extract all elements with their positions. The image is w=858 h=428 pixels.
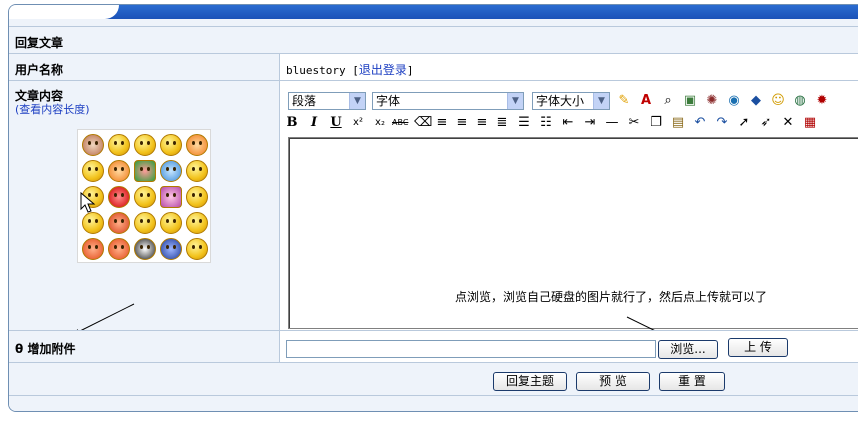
panel-footer <box>9 395 858 411</box>
bold-button[interactable]: B <box>284 115 300 131</box>
view-length-link[interactable]: 查看内容长度 <box>19 103 85 116</box>
indent-icon[interactable]: ⇥ <box>582 115 598 131</box>
reply-button[interactable]: 回复主题 <box>493 372 567 391</box>
align-center-icon[interactable]: ≡ <box>454 115 470 131</box>
emoticon-icon[interactable] <box>134 160 156 182</box>
emoticon-icon[interactable] <box>186 186 208 208</box>
username-label: 用户名称 <box>15 63 64 77</box>
italic-button[interactable]: I <box>306 115 322 131</box>
emoticon-icon[interactable] <box>134 212 156 234</box>
globe-icon[interactable]: ◍ <box>792 93 808 109</box>
find-icon[interactable]: ⌕ <box>660 93 676 109</box>
close-icon[interactable]: ✕ <box>780 115 796 131</box>
align-left-icon[interactable]: ≡ <box>434 115 450 131</box>
attachment-label: 增加附件 <box>27 342 76 356</box>
emoticon-icon[interactable] <box>108 160 130 182</box>
emoticon-icon[interactable] <box>186 160 208 182</box>
copy-icon[interactable]: ❐ <box>648 115 664 131</box>
emoticon-icon[interactable] <box>108 186 130 208</box>
paragraph-select[interactable]: 段落 ▼ <box>288 92 366 110</box>
align-right-icon[interactable]: ≡ <box>474 115 490 131</box>
reset-button[interactable]: 重 置 <box>659 372 725 391</box>
emoticon-icon[interactable] <box>82 160 104 182</box>
browse-button[interactable]: 浏览... <box>658 340 718 359</box>
emoticon-icon[interactable] <box>134 186 156 208</box>
editor-textarea[interactable]: 点浏览，浏览自己硬盘的图片就行了，然后点上传就可以了 <box>288 137 858 343</box>
redo-icon[interactable]: ↷ <box>714 115 730 131</box>
flash-icon[interactable]: ◆ <box>748 93 764 109</box>
smiley-icon[interactable]: ☺ <box>770 93 786 109</box>
font-select[interactable]: 字体 ▼ <box>372 92 524 110</box>
pointer-icon[interactable]: ➚ <box>736 115 752 131</box>
emoticon-icon[interactable] <box>186 134 208 156</box>
emoticon-icon[interactable] <box>160 160 182 182</box>
preview-button[interactable]: 预 览 <box>576 372 650 391</box>
chevron-down-icon: ▼ <box>507 93 523 109</box>
emoticon-icon[interactable] <box>82 238 104 260</box>
source-icon[interactable]: ▦ <box>802 115 818 131</box>
emoticon-icon[interactable] <box>82 134 104 156</box>
content-row: 文章内容 (查看内容长度) 段落 ▼ 字体 ▼ 字体大小 ▼ ✎ A ⌕ ▣ ✺… <box>9 80 858 343</box>
panel-top-bar <box>9 5 858 19</box>
form-title-row: 回复文章 <box>9 26 858 54</box>
underline-button[interactable]: U <box>328 115 344 131</box>
strikethrough-icon[interactable]: ABC <box>392 115 408 131</box>
form-title: 回复文章 <box>15 36 64 50</box>
logout-link[interactable]: 退出登录 <box>359 63 407 77</box>
horizontal-rule-icon[interactable]: — <box>604 115 620 131</box>
emoticon-icon[interactable] <box>186 212 208 234</box>
mouse-cursor-icon <box>80 191 96 213</box>
superscript-icon[interactable]: x² <box>350 115 366 131</box>
web-icon[interactable]: ✹ <box>814 93 830 109</box>
emoticon-icon[interactable] <box>160 238 182 260</box>
emoticon-icon[interactable] <box>108 238 130 260</box>
undo-icon[interactable]: ↶ <box>692 115 708 131</box>
username-value: bluestory <box>286 64 346 77</box>
font-size-select[interactable]: 字体大小 ▼ <box>532 92 610 110</box>
attachment-icon: θ <box>15 342 24 356</box>
rich-editor: 段落 ▼ 字体 ▼ 字体大小 ▼ ✎ A ⌕ ▣ ✺ ◉ ◆ ☺ ◍ ✹ B I U … <box>280 81 858 343</box>
chevron-down-icon: ▼ <box>349 93 365 109</box>
emoticon-icon[interactable] <box>108 212 130 234</box>
chevron-down-icon: ▼ <box>593 93 609 109</box>
eraser-icon[interactable]: ⌫ <box>414 115 432 131</box>
unordered-list-icon[interactable]: ☷ <box>538 115 554 131</box>
paste-icon[interactable]: ▤ <box>670 115 686 131</box>
image-icon[interactable]: ▣ <box>682 93 698 109</box>
action-button-row: 回复主题 预 览 重 置 <box>9 362 858 396</box>
instruction-text: 点浏览，浏览自己硬盘的图片就行了，然后点上传就可以了 <box>455 290 768 304</box>
emoticon-icon[interactable] <box>134 134 156 156</box>
username-row: 用户名称 bluestory [退出登录] <box>9 53 858 81</box>
outdent-icon[interactable]: ⇤ <box>560 115 576 131</box>
media-icon[interactable]: ✺ <box>704 93 720 109</box>
ordered-list-icon[interactable]: ☰ <box>516 115 532 131</box>
select-icon[interactable]: ➶ <box>758 115 774 131</box>
emoticon-icon[interactable] <box>160 186 182 208</box>
reply-form-panel: 回复文章 用户名称 bluestory [退出登录] 文章内容 (查看内容长度) <box>8 4 858 412</box>
panel-top-tab <box>9 5 119 19</box>
highlight-icon[interactable]: ✎ <box>616 93 632 109</box>
font-color-icon[interactable]: A <box>638 93 654 109</box>
emoticon-icon[interactable] <box>82 212 104 234</box>
emoticon-icon[interactable] <box>160 212 182 234</box>
file-path-input[interactable] <box>286 340 656 358</box>
subscript-icon[interactable]: x₂ <box>372 115 388 131</box>
play-icon[interactable]: ◉ <box>726 93 742 109</box>
emoticon-icon[interactable] <box>160 134 182 156</box>
upload-button[interactable]: 上 传 <box>728 338 788 357</box>
emoticon-icon[interactable] <box>186 238 208 260</box>
emoticon-icon[interactable] <box>134 238 156 260</box>
attachment-row: θ 增加附件 浏览... 上 传 <box>9 330 858 363</box>
justify-icon[interactable]: ≣ <box>494 115 510 131</box>
cut-icon[interactable]: ✂ <box>626 115 642 131</box>
emoticon-icon[interactable] <box>108 134 130 156</box>
